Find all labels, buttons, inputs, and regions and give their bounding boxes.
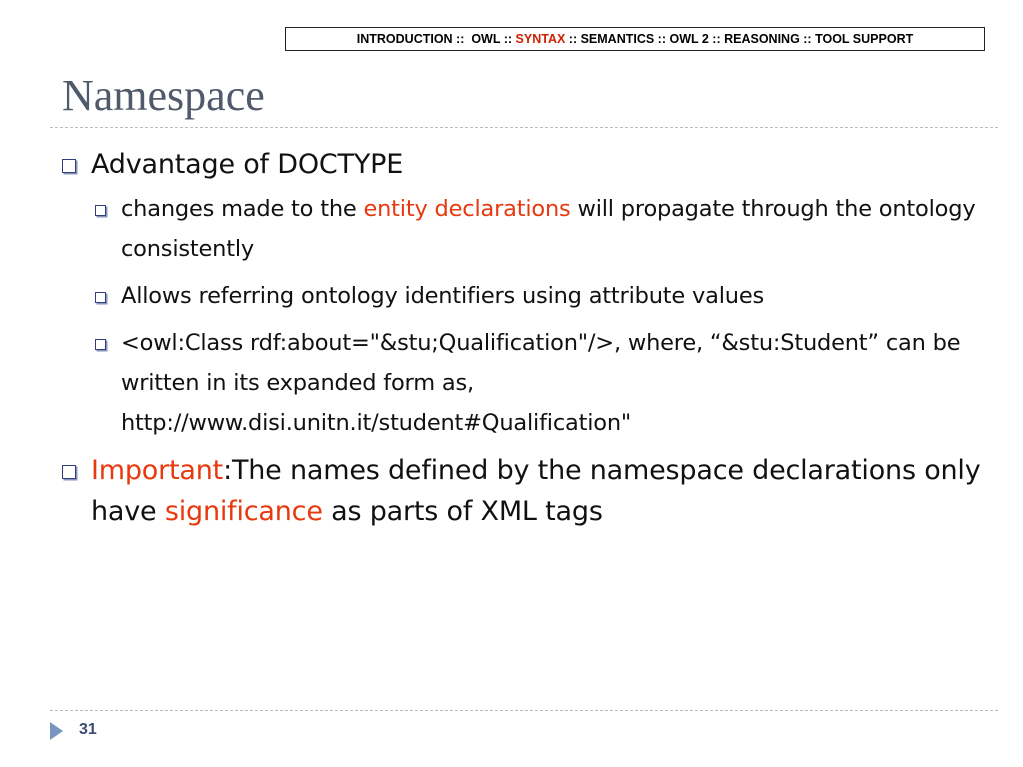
- slide-title: Namespace: [62, 71, 265, 120]
- bullet-text: Important:The names defined by the names…: [91, 450, 982, 532]
- title-divider: [50, 127, 998, 128]
- sub-bullet-text: Allows referring ontology identifiers us…: [121, 283, 764, 309]
- sub-bullet-owl-class-example: <owl:Class rdf:about="&stu;Qualification…: [62, 323, 982, 443]
- highlight-significance: significance: [164, 496, 323, 527]
- section-navigation: INTRODUCTION :: OWL :: SYNTAX :: SEMANTI…: [285, 27, 985, 51]
- page-number: 31: [79, 721, 97, 738]
- sub-bullet-text: changes made to the entity declarations …: [121, 189, 982, 269]
- square-bullet-icon: [95, 205, 106, 216]
- square-bullet-icon: [62, 159, 76, 173]
- highlight-important: Important: [91, 455, 224, 486]
- footer-divider: [50, 710, 998, 711]
- sub-bullet-entity-declarations: changes made to the entity declarations …: [62, 189, 982, 269]
- slide-content: Advantage of DOCTYPE changes made to the…: [62, 144, 982, 534]
- square-bullet-icon: [62, 465, 76, 479]
- square-bullet-icon: [95, 292, 106, 303]
- nav-sections-after: :: SEMANTICS :: OWL 2 :: REASONING :: TO…: [565, 32, 914, 46]
- nav-sections-before: INTRODUCTION :: OWL ::: [356, 32, 516, 46]
- nav-current-section: SYNTAX: [515, 32, 566, 46]
- highlight-entity-declarations: entity declarations: [363, 196, 571, 222]
- square-bullet-icon: [95, 339, 106, 350]
- sub-bullet-attribute-values: Allows referring ontology identifiers us…: [62, 276, 982, 316]
- sub-bullet-text: <owl:Class rdf:about="&stu;Qualification…: [121, 330, 961, 436]
- bullet-advantage-doctype: Advantage of DOCTYPE: [62, 144, 982, 185]
- text-segment: as parts of XML tags: [322, 496, 603, 527]
- triangle-right-icon: [50, 722, 63, 740]
- bullet-important: Important:The names defined by the names…: [62, 450, 982, 532]
- text-segment: changes made to the: [121, 196, 364, 222]
- bullet-text: Advantage of DOCTYPE: [91, 149, 404, 180]
